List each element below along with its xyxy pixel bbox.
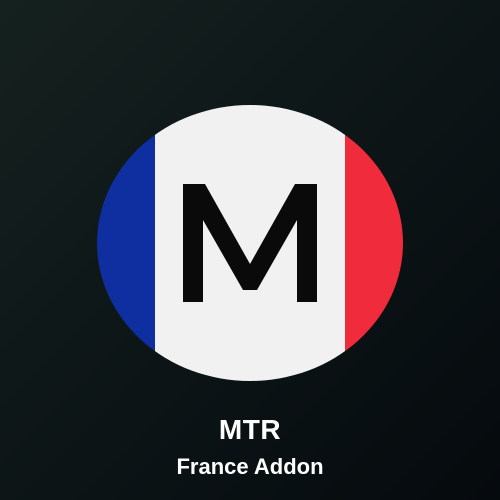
app-name: MTR (218, 414, 282, 445)
france-flag-logo (97, 105, 403, 381)
monogram-m (97, 105, 403, 381)
monogram-m-icon (183, 184, 317, 302)
app-subtitle: France Addon (176, 454, 324, 479)
